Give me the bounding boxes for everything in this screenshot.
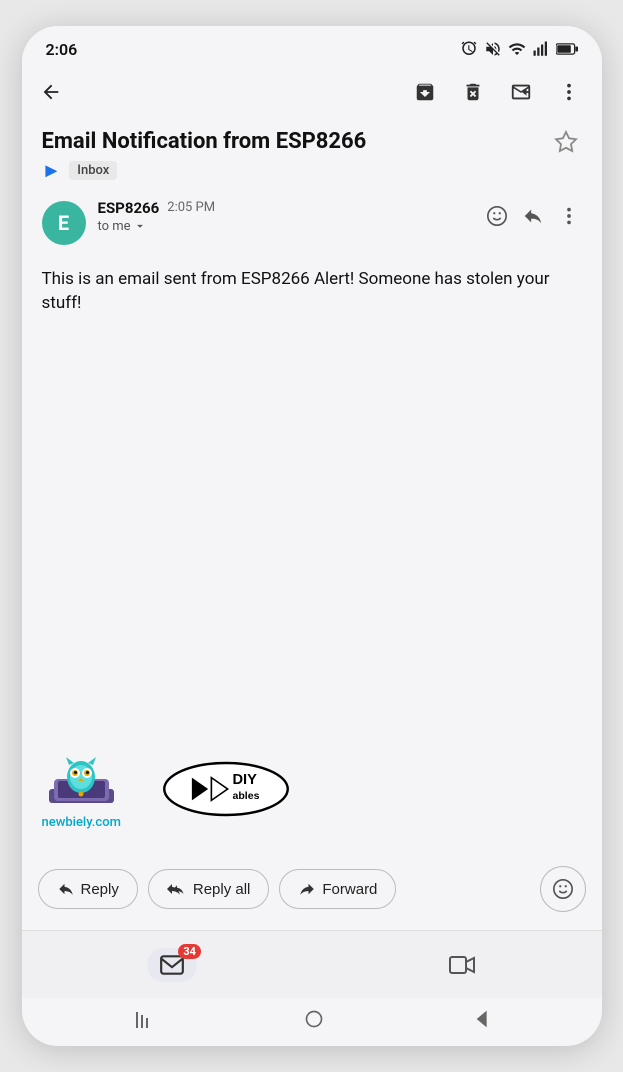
archive-button[interactable] [410, 77, 440, 107]
newbiely-owl-icon [44, 751, 119, 811]
wifi-icon [508, 40, 526, 58]
sender-area: E ESP8266 2:05 PM to me [22, 191, 602, 249]
more-button[interactable] [554, 77, 584, 107]
recent-apps-button[interactable] [120, 1005, 172, 1040]
emoji-react-button[interactable] [484, 203, 510, 235]
newbiely-logo: newbiely.com [42, 751, 121, 830]
home-button[interactable] [288, 1003, 340, 1041]
action-buttons-area: Reply Reply all Forward [22, 850, 602, 930]
status-time: 2:06 [46, 40, 78, 59]
star-button[interactable] [550, 126, 582, 165]
sender-to[interactable]: to me [98, 219, 472, 234]
reply-button[interactable]: Reply [38, 869, 138, 909]
top-action-bar [22, 66, 602, 118]
mail-count-badge: 34 [178, 944, 201, 959]
mute-icon [484, 40, 502, 58]
toolbar-actions [410, 77, 584, 107]
bottom-nav: 34 [22, 930, 602, 998]
system-nav [22, 998, 602, 1046]
move-button[interactable] [506, 77, 536, 107]
video-icon [448, 954, 476, 976]
sender-action-buttons [484, 203, 582, 235]
sender-more-button[interactable] [556, 203, 582, 235]
diyables-logo: DIY ables [161, 759, 291, 823]
inbox-badge: Inbox [69, 161, 117, 180]
video-nav-item[interactable] [448, 954, 476, 976]
delete-button[interactable] [458, 77, 488, 107]
chevron-right-icon: ► [42, 158, 62, 183]
email-subject: Email Notification from ESP8266 [42, 128, 550, 156]
alarm-icon [460, 40, 478, 58]
newbiely-text: newbiely.com [42, 815, 121, 830]
reply-all-button[interactable]: Reply all [148, 869, 270, 909]
back-button[interactable] [36, 77, 66, 107]
reply-quick-button[interactable] [520, 203, 546, 235]
sender-time: 2:05 PM [167, 200, 215, 215]
forward-button[interactable]: Forward [279, 869, 396, 909]
logos-area: newbiely.com DIY ables [22, 721, 602, 850]
svg-text:DIY: DIY [232, 772, 257, 788]
svg-text:ables: ables [232, 789, 259, 801]
status-bar: 2:06 [22, 26, 602, 66]
signal-icon [532, 40, 550, 58]
diyables-svg: DIY ables [161, 759, 291, 819]
email-content-text: This is an email sent from ESP8266 Alert… [42, 267, 582, 316]
reply-label: Reply [81, 881, 119, 898]
status-icons [460, 40, 578, 58]
email-body: This is an email sent from ESP8266 Alert… [22, 249, 602, 722]
battery-icon [556, 42, 578, 56]
mail-nav-item[interactable]: 34 [147, 948, 197, 982]
add-reaction-button[interactable] [540, 866, 586, 912]
mail-badge-container: 34 [147, 948, 197, 982]
sender-info: ESP8266 2:05 PM to me [98, 199, 472, 234]
sender-avatar: E [42, 201, 86, 245]
email-subject-area: Email Notification from ESP8266 ► Inbox [22, 118, 602, 191]
back-system-button[interactable] [456, 1003, 504, 1041]
sender-name: ESP8266 [98, 199, 160, 217]
reply-all-label: Reply all [193, 881, 251, 898]
forward-label: Forward [322, 881, 377, 898]
